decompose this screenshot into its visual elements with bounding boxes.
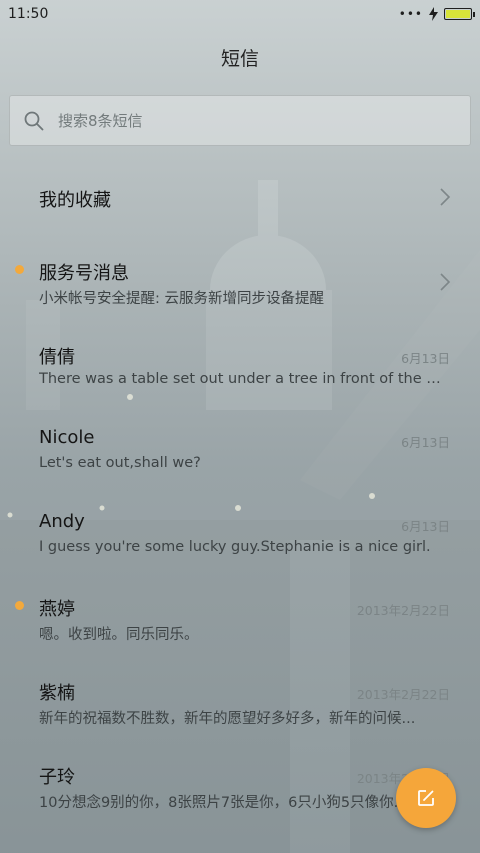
thread-name: Nicole [39, 427, 95, 448]
favorites-row[interactable]: 我的收藏 [0, 158, 480, 242]
battery-icon [444, 8, 475, 20]
search-box[interactable] [9, 95, 471, 146]
status-icons: ••• [398, 5, 475, 23]
thread-name: 燕婷 [39, 599, 75, 620]
battery-level [446, 10, 470, 18]
compose-button[interactable] [396, 768, 456, 828]
thread-snippet: There was a table set out under a tree i… [39, 371, 449, 387]
thread-snippet: 10分想念9别的你，8张照片7张是你，6只小狗5只像你... [39, 795, 408, 811]
chevron-right-icon [440, 188, 451, 206]
page-title: 短信 [220, 48, 259, 70]
thread-date: 2013年2月22日 [356, 603, 450, 618]
unread-dot [15, 265, 24, 274]
compose-icon [418, 790, 434, 806]
charging-icon [429, 7, 438, 21]
thread-row[interactable]: 燕婷 2013年2月22日 嗯。收到啦。同乐同乐。 [0, 578, 480, 662]
thread-row[interactable]: 服务号消息 小米帐号安全提醒: 云服务新增同步设备提醒 [0, 242, 480, 326]
sms-app: 11:50 ••• 短信 我的收藏 服务号消息 小米帐号安全提醒: 云服务新增 [0, 0, 480, 853]
thread-name: 倩倩 [39, 347, 75, 368]
status-time: 11:50 [8, 6, 49, 22]
thread-date: 6月13日 [401, 435, 450, 450]
thread-date: 2013年2月22日 [356, 687, 450, 702]
thread-snippet: 新年的祝福数不胜数，新年的愿望好多好多，新年的问候... [39, 711, 416, 727]
thread-row[interactable]: Nicole 6月13日 Let's eat out,shall we? [0, 410, 480, 494]
status-bar: 11:50 ••• [0, 0, 480, 28]
thread-snippet: Let's eat out,shall we? [39, 455, 201, 471]
thread-snippet: 嗯。收到啦。同乐同乐。 [39, 627, 199, 643]
thread-date: 6月13日 [401, 519, 450, 534]
search-input[interactable] [58, 109, 438, 133]
signal-icon: ••• [398, 7, 423, 21]
search-icon [24, 111, 44, 131]
thread-row[interactable]: Andy 6月13日 I guess you're some lucky guy… [0, 494, 480, 578]
thread-row[interactable]: 紫楠 2013年2月22日 新年的祝福数不胜数，新年的愿望好多好多，新年的问候.… [0, 662, 480, 746]
thread-snippet: 小米帐号安全提醒: 云服务新增同步设备提醒 [39, 291, 324, 307]
thread-snippet: I guess you're some lucky guy.Stephanie … [39, 539, 431, 555]
thread-row[interactable]: 倩倩 6月13日 There was a table set out under… [0, 326, 480, 410]
thread-date: 6月13日 [401, 351, 450, 366]
thread-name: 紫楠 [39, 683, 75, 704]
thread-name: Andy [39, 511, 85, 532]
unread-dot [15, 601, 24, 610]
chevron-right-icon [440, 273, 451, 291]
favorites-label: 我的收藏 [39, 190, 111, 211]
thread-name: 子玲 [39, 767, 75, 788]
thread-name: 服务号消息 [39, 263, 129, 284]
